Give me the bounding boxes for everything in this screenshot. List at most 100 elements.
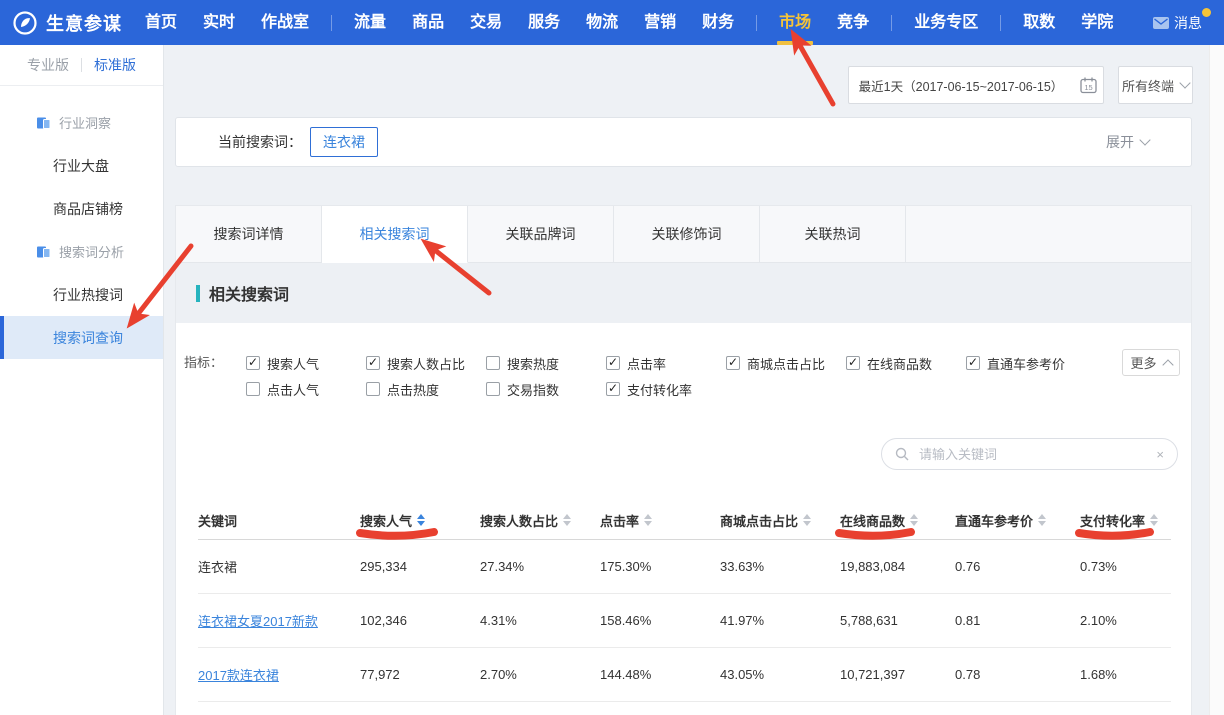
metric-click-rate[interactable]: 点击率 [606,354,726,373]
nav-item-marketing[interactable]: 营销 [631,0,689,45]
clear-icon[interactable]: × [1156,448,1164,461]
nav-item-logistics[interactable]: 物流 [573,0,631,45]
chevron-down-icon [1179,77,1190,88]
sort-icon[interactable] [1150,514,1158,526]
value-cell: 1.68% [1080,667,1171,682]
col-click-rate[interactable]: 点击率 [600,511,720,530]
keyword-link[interactable]: 2017款连衣裙 [198,665,360,684]
chevron-up-icon [1162,359,1173,370]
checkbox[interactable] [366,382,380,396]
nav-item-service[interactable]: 服务 [515,0,573,45]
tab-bar-filler [906,206,1191,263]
nav-item-war-room[interactable]: 作战室 [248,0,322,45]
checkbox[interactable] [846,356,860,370]
tab-related-modifier-words[interactable]: 关联修饰词 [614,206,760,263]
metric-ztc-price[interactable]: 直通车参考价 [966,354,1086,373]
expand-toggle[interactable]: 展开 [1106,132,1149,152]
divider [81,58,82,72]
checkbox[interactable] [606,356,620,370]
nav-item-data-extract[interactable]: 取数 [1010,0,1068,45]
sidebar-item-label: 行业热搜词 [53,285,123,305]
tab-pro-version[interactable]: 专业版 [27,55,69,75]
metric-filter-label: 指标： [184,350,246,402]
nav-item-competition[interactable]: 竞争 [824,0,882,45]
search-input[interactable] [917,446,1148,463]
checkbox[interactable] [486,356,500,370]
sidebar-group-industry-insight[interactable]: 行业洞察 [0,101,163,144]
tab-search-word-detail[interactable]: 搜索词详情 [176,206,322,263]
nav-item-realtime[interactable]: 实时 [190,0,248,45]
metric-filter: 指标： 搜索人气 搜索人数占比 搜索热度 点击率 商城点击占比 在线商品数 直通… [184,350,1086,402]
sidebar-item-industry-market[interactable]: 行业大盘 [0,144,163,187]
keyword-link[interactable]: 连衣裙女夏2017新款 [198,611,360,630]
nav-item-home[interactable]: 首页 [132,0,190,45]
col-ztc-price[interactable]: 直通车参考价 [955,511,1080,530]
tab-standard-version[interactable]: 标准版 [94,55,136,75]
col-searcher-ratio[interactable]: 搜索人数占比 [480,511,600,530]
message-button[interactable]: 消息 [1153,13,1202,33]
sort-icon[interactable] [417,514,425,526]
nav-item-trade[interactable]: 交易 [457,0,515,45]
calendar-button[interactable]: 15 [1073,66,1104,104]
content-panel: 搜索词详情 相关搜索词 关联品牌词 关联修饰词 关联热词 相关搜索词 指标： 搜… [175,205,1192,715]
sidebar-item-search-word-query[interactable]: 搜索词查询 [0,316,163,359]
nav-item-product[interactable]: 商品 [399,0,457,45]
checkbox[interactable] [366,356,380,370]
vertical-scrollbar[interactable] [1209,45,1224,715]
col-pay-conversion[interactable]: 支付转化率 [1080,511,1171,530]
nav-divider [891,15,892,31]
section-title: 相关搜索词 [209,281,289,305]
nav-item-traffic[interactable]: 流量 [341,0,399,45]
col-search-popularity[interactable]: 搜索人气 [360,511,480,530]
checkbox[interactable] [966,356,980,370]
nav-item-market[interactable]: 市场 [766,0,824,45]
sort-icon[interactable] [803,514,811,526]
metric-search-popularity[interactable]: 搜索人气 [246,354,366,373]
checkbox[interactable] [246,382,260,396]
metric-click-popularity[interactable]: 点击人气 [246,380,366,399]
nav-divider [331,15,332,31]
checkbox[interactable] [246,356,260,370]
current-keyword-tag[interactable]: 连衣裙 [310,127,378,157]
terminal-value: 所有终端 [1122,76,1174,95]
metric-search-heat[interactable]: 搜索热度 [486,354,606,373]
metric-online-products[interactable]: 在线商品数 [846,354,966,373]
metric-trade-index[interactable]: 交易指数 [486,380,606,399]
sidebar-item-label: 搜索词查询 [53,328,123,348]
metric-row: 搜索人气 搜索人数占比 搜索热度 点击率 商城点击占比 在线商品数 直通车参考价 [246,350,1086,376]
expand-label: 展开 [1106,132,1134,152]
brand[interactable]: 生意参谋 [12,10,122,36]
sidebar-item-industry-hot-words[interactable]: 行业热搜词 [0,273,163,316]
sort-icon[interactable] [563,514,571,526]
sort-icon[interactable] [644,514,652,526]
metric-mall-click-ratio[interactable]: 商城点击占比 [726,354,846,373]
main-content: 搜索词查询 累计值 最近1天（2017-06-15~2017-06-15） 15… [163,45,1224,715]
date-range-picker[interactable]: 最近1天（2017-06-15~2017-06-15） [848,66,1074,104]
related-words-table: 关键词 搜索人气 搜索人数占比 点击率 商城点击占比 在线商品数 直通车参考价 … [198,501,1171,702]
nav-item-academy[interactable]: 学院 [1068,0,1126,45]
top-nav: 生意参谋 首页 实时 作战室 流量 商品 交易 服务 物流 营销 财务 市场 竞… [0,0,1224,45]
checkbox[interactable] [486,382,500,396]
metric-searcher-ratio[interactable]: 搜索人数占比 [366,354,486,373]
col-online-products[interactable]: 在线商品数 [840,511,955,530]
value-cell: 0.73% [1080,559,1171,574]
metric-pay-conversion[interactable]: 支付转化率 [606,380,726,399]
sort-icon[interactable] [910,514,918,526]
value-cell: 19,883,084 [840,559,955,574]
checkbox[interactable] [606,382,620,396]
metric-click-heat[interactable]: 点击热度 [366,380,486,399]
value-cell: 0.78 [955,667,1080,682]
tab-related-brand-words[interactable]: 关联品牌词 [468,206,614,263]
nav-item-business-zone[interactable]: 业务专区 [901,0,991,45]
tab-related-search-words[interactable]: 相关搜索词 [322,206,468,263]
tab-related-hot-words[interactable]: 关联热词 [760,206,906,263]
terminal-select[interactable]: 所有终端 [1118,66,1193,104]
nav-item-finance[interactable]: 财务 [689,0,747,45]
sort-icon[interactable] [1038,514,1046,526]
col-mall-click-ratio[interactable]: 商城点击占比 [720,511,840,530]
checkbox[interactable] [726,356,740,370]
more-button[interactable]: 更多 [1122,349,1180,376]
sidebar-group-search-word-analysis[interactable]: 搜索词分析 [0,230,163,273]
value-cell: 2.70% [480,667,600,682]
sidebar-item-product-shop-rank[interactable]: 商品店铺榜 [0,187,163,230]
